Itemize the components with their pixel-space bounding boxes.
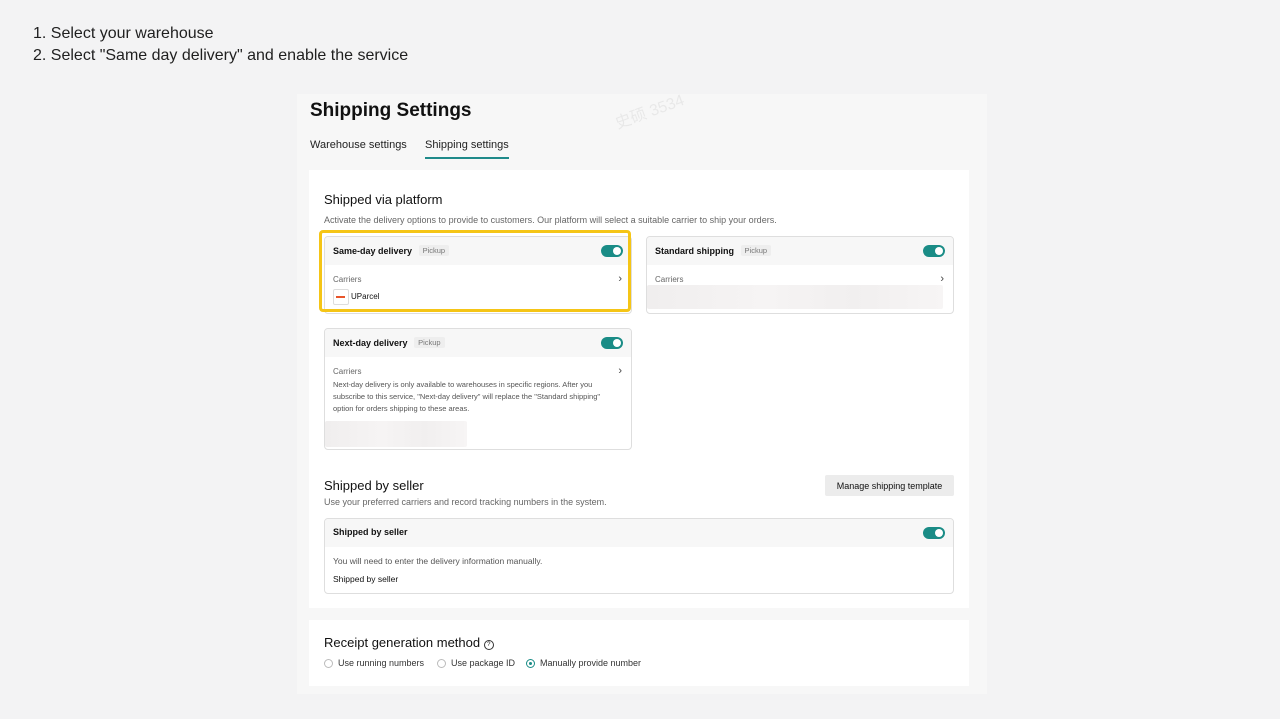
redacted-carriers [647,285,943,309]
seller-section-subtitle: Use your preferred carriers and record t… [324,497,607,507]
standard-shipping-title: Standard shipping [655,246,735,256]
page-title: Shipping Settings [310,100,472,121]
next-day-delivery-toggle[interactable] [601,337,623,349]
pickup-badge: Pickup [740,245,772,256]
instructions: 1. Select your warehouse 2. Select "Same… [33,23,408,67]
next-day-delivery-card[interactable]: Next-day delivery Pickup Carriers › Next… [324,328,632,450]
platform-section-subtitle: Activate the delivery options to provide… [324,215,777,225]
instruction-step-2: 2. Select "Same day delivery" and enable… [33,47,409,64]
instruction-step-1: 1. Select your warehouse [33,25,214,42]
standard-shipping-toggle[interactable] [923,245,945,257]
tab-warehouse-settings[interactable]: Warehouse settings [310,139,407,157]
receipt-section: Receipt generation method ? Use running … [309,620,969,686]
shipped-by-seller-card[interactable]: Shipped by seller You will need to enter… [324,518,954,594]
radio-button[interactable] [324,659,333,668]
carriers-label: Carriers [333,367,362,376]
help-icon[interactable]: ? [483,640,494,650]
next-day-description: Next-day delivery is only available to w… [333,380,601,413]
standard-shipping-card[interactable]: Standard shipping Pickup Carriers › [646,236,954,314]
seller-note: You will need to enter the delivery info… [333,556,543,566]
chevron-right-icon[interactable]: › [940,274,944,285]
tab-shipping-settings[interactable]: Shipping settings [425,139,509,159]
same-day-delivery-highlight [319,230,631,312]
carriers-label: Carriers [655,275,684,284]
manage-shipping-template-button[interactable]: Manage shipping template [825,475,954,496]
chevron-right-icon[interactable]: › [618,366,622,377]
shipping-settings-panel: 史硕 3534 史硕 3534 史硕 3534 史硕 3534 史硕 3534 … [297,94,987,694]
pickup-badge: Pickup [414,337,445,348]
radio-option-manual-number[interactable]: Manually provide number [526,658,641,668]
watermark: 史硕 3534 [613,94,687,133]
radio-option-package-id[interactable]: Use package ID [437,658,515,668]
seller-footer: Shipped by seller [333,574,399,584]
shipped-by-seller-title: Shipped by seller [333,527,408,537]
radio-button-selected[interactable] [526,659,535,668]
next-day-delivery-title: Next-day delivery [333,338,408,348]
receipt-title: Receipt generation method ? [324,635,494,650]
shipped-by-seller-toggle[interactable] [923,527,945,539]
radio-button[interactable] [437,659,446,668]
platform-section-title: Shipped via platform [324,192,443,207]
seller-section-title: Shipped by seller [324,478,424,493]
redacted-carriers [325,421,467,447]
radio-option-running-numbers[interactable]: Use running numbers [324,658,424,668]
